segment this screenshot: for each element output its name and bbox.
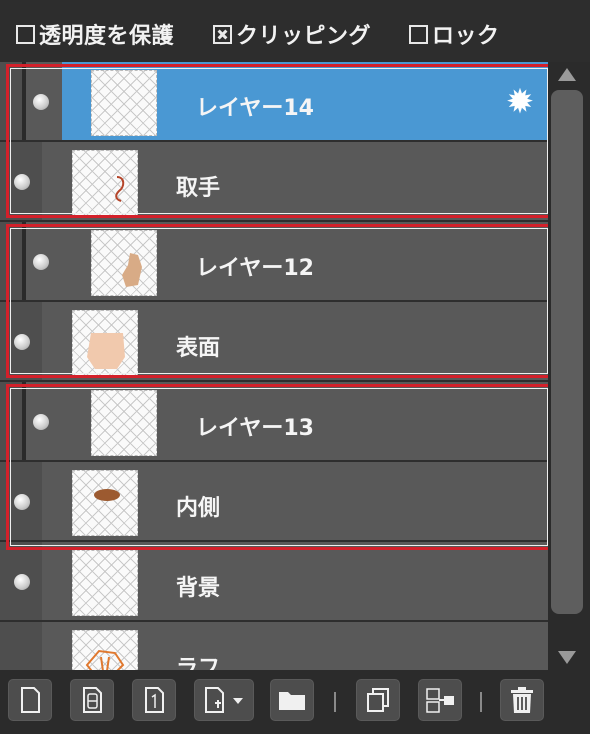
new-1bit-layer-icon	[145, 687, 164, 713]
lock-option[interactable]: ロック	[409, 19, 500, 49]
surface-shading-drawing	[122, 253, 142, 287]
layer-options-bar: 透明度を保護 クリッピング ロック	[0, 0, 590, 62]
rough-sketch-drawing	[85, 649, 125, 670]
cup-inside-drawing	[94, 489, 120, 501]
trash-icon	[511, 687, 533, 713]
layer-thumbnail	[91, 390, 157, 456]
layer-thumbnail	[72, 550, 138, 616]
layer-thumbnail	[72, 150, 138, 216]
layer-name: 内側	[176, 496, 221, 521]
layer-name: ラフ	[176, 656, 221, 670]
layer-name: レイヤー14	[196, 96, 314, 121]
layer-thumbnail	[91, 230, 157, 296]
protect-alpha-checkbox[interactable]	[16, 24, 35, 44]
visibility-toggle[interactable]	[14, 494, 30, 510]
merge-down-icon	[426, 688, 454, 713]
add-special-layer-button[interactable]	[194, 679, 254, 721]
delete-layer-button[interactable]	[500, 679, 544, 721]
layer-name: 背景	[176, 576, 221, 601]
cup-surface-drawing	[87, 333, 125, 369]
layer-list-scrollbar[interactable]	[548, 62, 590, 670]
layer-thumbnail	[91, 70, 157, 136]
layer-row[interactable]: レイヤー14 ✹	[0, 62, 548, 142]
new-8bit-layer-icon	[83, 687, 102, 713]
layer-thumbnail	[72, 470, 138, 536]
visibility-toggle[interactable]	[14, 334, 30, 350]
layer-name: レイヤー12	[196, 256, 314, 281]
layer-row[interactable]: レイヤー12	[0, 222, 548, 302]
new-folder-button[interactable]	[270, 679, 314, 721]
layer-row[interactable]: 背景	[0, 542, 548, 622]
layer-thumbnail	[72, 310, 138, 376]
protect-alpha-option[interactable]: 透明度を保護	[16, 19, 174, 49]
clipping-indicator	[22, 62, 26, 140]
visibility-toggle[interactable]	[33, 254, 49, 270]
new-folder-icon	[279, 692, 305, 710]
scroll-down-arrow-icon[interactable]	[558, 651, 576, 664]
layer-row[interactable]: 表面	[0, 302, 548, 382]
toolbar-divider	[334, 692, 336, 712]
add-special-layer-icon	[205, 687, 243, 713]
layer-name: 表面	[176, 336, 221, 361]
scrollbar-thumb[interactable]	[551, 90, 583, 614]
layer-list[interactable]: レイヤー14 ✹ 取手 レイヤー12 表面 レイヤー13 内側 背景 ラフ	[0, 62, 548, 670]
duplicate-layer-icon	[367, 688, 389, 712]
clipping-option[interactable]: クリッピング	[213, 19, 371, 49]
new-1bit-layer-button[interactable]	[132, 679, 176, 721]
layer-name: 取手	[176, 176, 221, 201]
layer-row[interactable]: レイヤー13	[0, 382, 548, 462]
layer-row[interactable]: 取手	[0, 142, 548, 222]
clipping-indicator	[22, 382, 26, 460]
duplicate-layer-button[interactable]	[356, 679, 400, 721]
handle-stroke-drawing	[115, 176, 125, 202]
visibility-toggle[interactable]	[14, 174, 30, 190]
layer-thumbnail	[72, 630, 138, 670]
toolbar-divider	[480, 692, 482, 712]
visibility-toggle[interactable]	[33, 94, 49, 110]
layer-row[interactable]: ラフ	[0, 622, 548, 670]
merge-down-button[interactable]	[418, 679, 462, 721]
clipping-indicator	[22, 222, 26, 300]
scroll-up-arrow-icon[interactable]	[558, 68, 576, 81]
protect-alpha-label: 透明度を保護	[39, 24, 175, 49]
clipping-label: クリッピング	[236, 24, 372, 49]
new-layer-icon	[21, 687, 40, 713]
layer-row[interactable]: 内側	[0, 462, 548, 542]
new-8bit-layer-button[interactable]	[70, 679, 114, 721]
visibility-toggle[interactable]	[33, 414, 49, 430]
clipping-checkbox[interactable]	[213, 24, 232, 44]
new-layer-button[interactable]	[8, 679, 52, 721]
visibility-toggle[interactable]	[14, 574, 30, 590]
lock-checkbox[interactable]	[409, 24, 428, 44]
gear-icon[interactable]: ✹	[502, 84, 538, 120]
layer-toolbar	[0, 670, 590, 734]
layer-name: レイヤー13	[196, 416, 314, 441]
lock-label: ロック	[432, 24, 500, 49]
